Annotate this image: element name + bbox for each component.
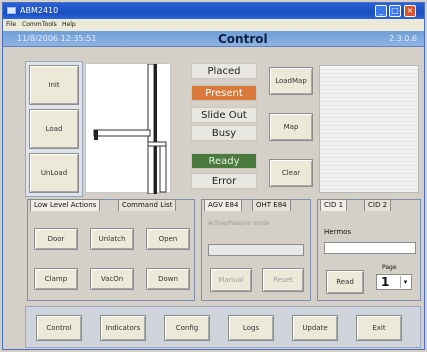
- mode-field[interactable]: [208, 244, 304, 256]
- open-button[interactable]: Open: [146, 228, 190, 250]
- menu-comm[interactable]: Comm: [22, 21, 42, 28]
- page-select[interactable]: 1 ▾: [376, 274, 412, 290]
- close-button[interactable]: ×: [404, 5, 416, 17]
- menu-bar: File Comm Tools Help: [3, 19, 424, 31]
- down-button[interactable]: Down: [146, 268, 190, 290]
- map-list[interactable]: [319, 65, 419, 193]
- status-ready: Ready: [191, 153, 257, 169]
- menu-file[interactable]: File: [6, 21, 16, 28]
- tab-cid-1[interactable]: CID 1: [320, 199, 348, 211]
- low-level-group: Low Level Actions Command List Door Unla…: [27, 199, 195, 301]
- datetime: 11/8/2006 12:35:51: [17, 34, 97, 43]
- read-button[interactable]: Read: [326, 270, 364, 294]
- hermos-label: Hermos: [324, 228, 352, 236]
- reset-button[interactable]: Reset: [262, 268, 304, 292]
- nav-control-button[interactable]: Control: [36, 315, 82, 341]
- menu-help[interactable]: Help: [62, 21, 76, 28]
- manual-button[interactable]: Manual: [210, 268, 252, 292]
- page-label: Page: [382, 264, 397, 271]
- hermos-field[interactable]: [324, 242, 416, 254]
- status-present: Present: [191, 85, 257, 101]
- nav-update-button[interactable]: Update: [292, 315, 338, 341]
- header-strip: 11/8/2006 12:35:51 Control 2.3.0.6: [3, 31, 424, 47]
- app-window: ABM2410 _ □ × File Comm Tools Help 11/8/…: [2, 2, 425, 350]
- nav-indicators-button[interactable]: Indicators: [100, 315, 146, 341]
- version-label: 2.3.0.6: [389, 34, 417, 43]
- page-value: 1: [381, 275, 390, 289]
- tab-low-level-actions[interactable]: Low Level Actions: [30, 199, 101, 211]
- clamp-button[interactable]: Clamp: [34, 268, 78, 290]
- clear-button[interactable]: Clear: [269, 159, 313, 187]
- chevron-down-icon[interactable]: ▾: [400, 276, 410, 288]
- menu-tools[interactable]: Tools: [42, 21, 57, 28]
- tab-command-list[interactable]: Command List: [118, 199, 177, 211]
- screen-title: Control: [218, 32, 268, 46]
- tab-oht-e84[interactable]: OHT E84: [252, 199, 291, 211]
- unload-button[interactable]: UnLoad: [29, 153, 79, 193]
- unlatch-button[interactable]: Unlatch: [90, 228, 134, 250]
- mode-label: Active/Passive mode: [208, 220, 270, 227]
- loadmap-button[interactable]: LoadMap: [269, 67, 313, 95]
- title-bar: ABM2410 _ □ ×: [3, 3, 424, 19]
- status-busy: Busy: [191, 125, 257, 141]
- init-button[interactable]: Init: [29, 65, 79, 105]
- carrier-diagram: [85, 63, 171, 195]
- maximize-button[interactable]: □: [389, 5, 401, 17]
- status-placed: Placed: [191, 63, 257, 79]
- status-error: Error: [191, 173, 257, 189]
- load-button[interactable]: Load: [29, 109, 79, 149]
- nav-exit-button[interactable]: Exit: [356, 315, 402, 341]
- map-button[interactable]: Map: [269, 113, 313, 141]
- bottom-navigation: Control Indicators Config Logs Update Ex…: [25, 306, 421, 348]
- app-icon: [7, 7, 16, 14]
- nav-logs-button[interactable]: Logs: [228, 315, 274, 341]
- cid-group: CID 1 CID 2 Hermos Read Page 1 ▾: [317, 199, 421, 301]
- status-slide-out: Slide Out: [191, 107, 257, 123]
- window-title: ABM2410: [20, 6, 59, 15]
- carrier-drawing: [93, 63, 167, 195]
- nav-config-button[interactable]: Config: [164, 315, 210, 341]
- door-button[interactable]: Door: [34, 228, 78, 250]
- tab-cid-2[interactable]: CID 2: [364, 199, 392, 211]
- tab-agv-e84[interactable]: AGV E84: [204, 199, 243, 211]
- vacon-button[interactable]: VacOn: [90, 268, 134, 290]
- minimize-button[interactable]: _: [375, 5, 387, 17]
- agv-group: AGV E84 OHT E84 Active/Passive mode Manu…: [201, 199, 311, 301]
